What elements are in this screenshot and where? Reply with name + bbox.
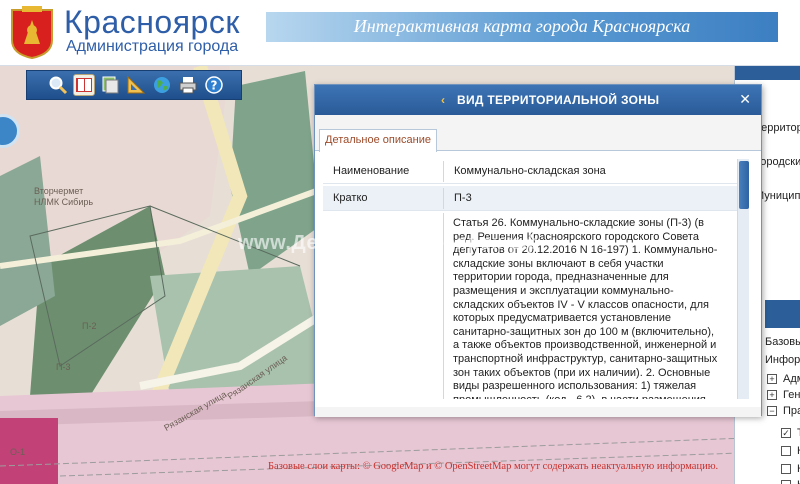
city-crest-icon: [11, 6, 53, 60]
tab-detailed-description[interactable]: Детальное описание: [319, 129, 437, 152]
book-button[interactable]: [73, 74, 95, 96]
printer-icon: [179, 77, 197, 94]
tree-item-2[interactable]: Ген: [783, 389, 800, 401]
map-label-nlmk: НЛМК Сибирь: [34, 197, 94, 207]
info-key-short: Кратко: [333, 192, 368, 204]
magnifier-button[interactable]: [47, 74, 69, 96]
title-banner: Интерактивная карта города Красноярска: [266, 12, 778, 42]
layers-panel-header: [735, 66, 800, 80]
tree-toggle-3[interactable]: −: [767, 406, 777, 416]
dialog-title: ВИД ТЕРРИТОРИАЛЬНОЙ ЗОНЫ: [457, 93, 660, 107]
tree-toggle-2[interactable]: +: [767, 390, 777, 400]
globe-button[interactable]: [151, 74, 173, 96]
tree-checkbox-7[interactable]: [781, 480, 791, 484]
info-value-short: П-3: [454, 192, 472, 204]
administration-name: Администрация города: [66, 38, 239, 55]
dialog-tab-strip: Детальное описание: [315, 115, 761, 152]
globe-icon: [154, 77, 170, 93]
scrollbar-thumb[interactable]: [739, 161, 749, 209]
dialog-scrollbar[interactable]: [737, 159, 749, 399]
tree-toggle-1[interactable]: +: [767, 374, 777, 384]
map-toolbar: ?: [26, 70, 242, 100]
banner-title: Интерактивная карта города Красноярска: [353, 16, 691, 36]
dialog-footer: [315, 407, 761, 417]
map-attribution: Базовые слои карты: © GoogleMap и © Open…: [268, 461, 719, 472]
tree-checkbox-5[interactable]: [781, 446, 791, 456]
svg-text:?: ?: [211, 79, 218, 93]
tree-item-1[interactable]: Адм: [783, 373, 800, 385]
info-panel-header: [765, 300, 800, 328]
column-divider: [443, 188, 444, 209]
tree-checkbox-4[interactable]: ✓: [781, 428, 791, 438]
close-icon[interactable]: ✕: [739, 91, 751, 108]
help-icon: ?: [205, 76, 223, 94]
map-label-zone-o1: О-1: [10, 447, 26, 457]
dialog-titlebar: ‹ ВИД ТЕРРИТОРИАЛЬНОЙ ЗОНЫ ✕: [315, 85, 761, 115]
column-divider: [443, 161, 444, 182]
dialog-content: Наименование Коммунально-складская зона …: [323, 159, 741, 399]
book-icon: [76, 78, 92, 92]
tree-item-3[interactable]: Пра: [783, 405, 800, 417]
layers-button[interactable]: [99, 74, 121, 96]
info-key-name: Наименование: [333, 165, 410, 177]
info-row-name: Наименование Коммунально-складская зона: [323, 159, 741, 184]
site-header: Красноярск Администрация города Интеракт…: [0, 0, 800, 66]
map-label-vtorchermet: Вторчермет: [34, 186, 84, 196]
magnifier-icon: [49, 76, 68, 95]
ruler-button[interactable]: [125, 74, 147, 96]
tree-checkbox-6[interactable]: [781, 464, 791, 474]
print-button[interactable]: [177, 74, 199, 96]
map-label-zone-p2: П-2: [82, 321, 97, 331]
city-name: Красноярск: [64, 4, 240, 40]
info-value-name: Коммунально-складская зона: [454, 165, 606, 177]
help-button[interactable]: ?: [203, 74, 225, 96]
info-layers-label: Информ: [765, 354, 800, 366]
triangle-ruler-icon: [127, 75, 146, 94]
layers-icon: [102, 76, 119, 94]
watermark: www.ДеловойКрасноярск.рф: [238, 232, 540, 254]
info-row-short: Кратко П-3: [323, 186, 741, 211]
base-layers-label: Базовы: [765, 336, 800, 348]
back-arrow-icon[interactable]: ‹: [441, 93, 445, 107]
map-label-zone-p3: П-3: [56, 362, 71, 372]
